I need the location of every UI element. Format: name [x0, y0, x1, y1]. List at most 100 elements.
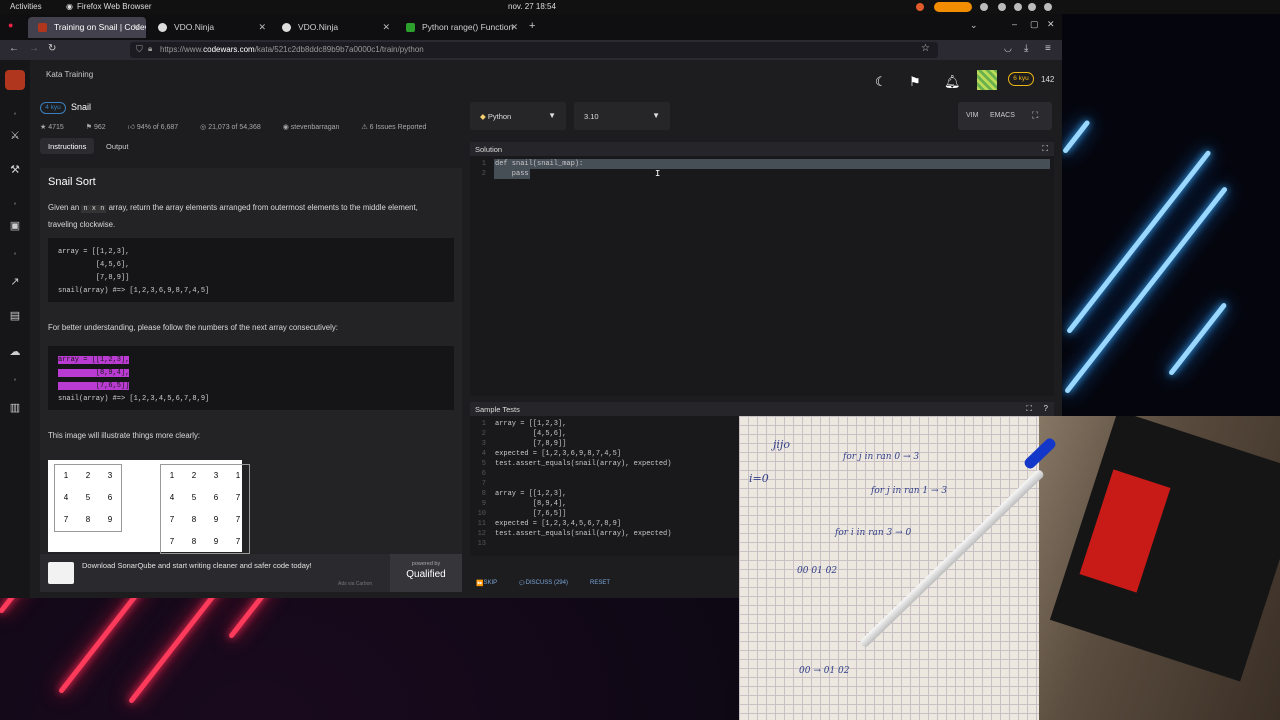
close-icon[interactable]: ✕ — [258, 22, 266, 33]
close-icon[interactable]: ✕ — [382, 22, 390, 33]
ad-thumbnail — [48, 562, 74, 584]
screen: Activities ◉ Firefox Web Browser nov. 27… — [0, 0, 1280, 720]
description-title: Snail Sort — [48, 176, 96, 188]
qualified-logo[interactable]: powered by Qualified — [390, 554, 462, 592]
tab-vdo-ninja-2[interactable]: VDO.Ninja ✕ — [272, 17, 396, 38]
close-icon[interactable]: ✕ — [510, 22, 518, 33]
lock-icon[interactable]: 🔒︎ — [148, 44, 152, 54]
python-icon: ◆ — [480, 112, 486, 121]
clock[interactable]: nov. 27 18:54 — [508, 2, 556, 11]
tab-label: Python range() Function — [422, 22, 514, 32]
tray-icon[interactable] — [980, 3, 988, 11]
moon-icon[interactable]: ☾ — [875, 74, 887, 90]
honor-count: 142 — [1041, 75, 1055, 84]
emacs-button[interactable]: EMACS — [990, 112, 1015, 119]
window-close-icon[interactable]: ✕ — [1047, 19, 1055, 30]
bookmark-icon[interactable]: ⚑ — [909, 74, 921, 90]
tab-strip: ● Training on Snail | Codew ✕ VDO.Ninja … — [0, 14, 1062, 40]
practice-icon[interactable]: ⚔ — [8, 130, 22, 142]
code-example-2: array = [[1,2,3], [8,9,4], [7,6,5]] snai… — [48, 346, 454, 410]
new-tab-icon[interactable]: + — [529, 20, 535, 32]
reload-icon[interactable]: ↻ — [48, 43, 56, 54]
webcam-overlay: jijo i=0 for j in ran 0 → 3 for j in ran… — [739, 416, 1280, 720]
breadcrumb[interactable]: Kata Training — [46, 70, 93, 79]
tray-icon[interactable] — [998, 3, 1006, 11]
tray-icon[interactable] — [1014, 3, 1022, 11]
docs-icon[interactable]: ▥ — [8, 402, 22, 414]
url-bar[interactable]: ⛉ 🔒︎ https://www.codewars.com/kata/521c2… — [130, 42, 938, 58]
chevron-down-icon: ▼ — [652, 111, 660, 120]
bookmark-star-icon[interactable]: ☆ — [921, 43, 930, 54]
author-link[interactable]: ◉ stevenbarragan — [283, 124, 350, 131]
language-select[interactable]: ◆ Python ▼ — [470, 102, 566, 130]
firefox-icon: ◉ — [66, 2, 73, 11]
bell-icon[interactable]: 🔔︎ — [944, 74, 961, 90]
skip-button[interactable]: ⏩ SKIP — [476, 580, 497, 587]
discuss-button[interactable]: 💬︎ DISCUSS (294) — [518, 580, 568, 587]
tab-codewars[interactable]: Training on Snail | Codew ✕ — [28, 17, 146, 38]
version-value: 3.10 — [584, 112, 599, 121]
bookmarks-stat[interactable]: ⚑ 962 — [86, 124, 116, 131]
app-name[interactable]: Firefox Web Browser — [77, 2, 152, 11]
left-nav: ● ⚔ ⚒ ● ▣ ● ↗ ▤ ☁ ● ▥ — [0, 60, 30, 598]
tab-label: VDO.Ninja — [174, 22, 215, 32]
code-example-1: array = [[1,2,3], [4,5,6], [7,8,9]] snai… — [48, 238, 454, 302]
satisfaction-stat: 👍︎ 94% of 6,687 — [127, 124, 179, 131]
tab-list-icon[interactable]: ⌄ — [970, 20, 978, 31]
tab-vdo-ninja[interactable]: VDO.Ninja ✕ — [148, 17, 272, 38]
compete-icon[interactable]: ⚒ — [8, 164, 22, 176]
page-header: Kata Training ☾ ⚑ 🔔︎ 6 kyu 142 — [30, 60, 1062, 102]
close-icon[interactable]: ✕ — [132, 22, 140, 33]
ad-attribution[interactable]: Ads via Carbon — [338, 581, 372, 587]
tab-instructions[interactable]: Instructions — [40, 138, 95, 154]
solution-header: Solution ⛶ — [470, 142, 1054, 156]
stars-stat[interactable]: ★ 4715 — [40, 124, 74, 131]
vdo-favicon-icon — [282, 23, 291, 32]
ad-banner[interactable]: Download SonarQube and start writing cle… — [40, 554, 462, 592]
forward-icon[interactable]: → — [29, 43, 39, 54]
kata-description: Snail Sort Given an n x n array, return … — [40, 168, 462, 558]
download-icon[interactable]: ⤓ — [1024, 43, 1028, 54]
microphone-icon[interactable] — [1028, 3, 1036, 11]
nav-bar: ← → ↻ ⛉ 🔒︎ https://www.codewars.com/kata… — [0, 40, 1062, 60]
powered-by-label: powered by — [411, 561, 441, 567]
ubuntu-icon[interactable] — [916, 3, 924, 11]
minimize-icon[interactable]: – — [1012, 19, 1017, 29]
avatar[interactable] — [977, 70, 997, 90]
handwritten-note: for j in ran 1 → 3 — [871, 486, 948, 496]
kata-stats: ★ 4715 ⚑ 962 👍︎ 94% of 6,687 ◎ 21,073 of… — [40, 122, 446, 131]
qualified-brand: Qualified — [406, 569, 446, 580]
issues-link[interactable]: ⚠ 6 Issues Reported — [361, 124, 436, 131]
activities-button[interactable]: Activities — [10, 2, 42, 11]
handwritten-note: 00 01 02 — [797, 566, 838, 576]
dot-icon: ● — [13, 111, 17, 117]
pocket-icon[interactable]: ◡ — [1004, 43, 1012, 54]
tab-output[interactable]: Output — [98, 138, 137, 154]
maximize-icon[interactable]: ▢ — [1030, 19, 1039, 30]
back-icon[interactable]: ← — [9, 43, 19, 54]
indicator-pill[interactable] — [934, 2, 972, 12]
firefox-menu-icon[interactable]: ● — [8, 20, 13, 30]
power-icon[interactable] — [1044, 3, 1052, 11]
codewars-logo-icon[interactable] — [5, 70, 25, 90]
expand-icon[interactable]: ⛶ — [1042, 144, 1048, 154]
ad-text[interactable]: Download SonarQube and start writing cle… — [82, 561, 312, 570]
chat-icon[interactable]: ▤ — [8, 310, 22, 322]
help-icon[interactable]: ? — [1044, 404, 1048, 413]
expand-icon[interactable]: ⛶ — [1026, 404, 1032, 414]
vim-button[interactable]: VIM — [966, 112, 978, 119]
solution-editor[interactable]: 1 def snail(snail_map): 2 pass I — [470, 156, 1054, 396]
briefcase-icon[interactable]: ▣ — [8, 220, 22, 232]
shield-icon[interactable]: ⛉ — [136, 44, 143, 55]
tab-python-range[interactable]: Python range() Function ✕ — [396, 17, 524, 38]
handwritten-note: for i in ran 3 → 0 — [835, 528, 912, 538]
kyu-badge: 4 kyu — [40, 102, 66, 114]
menu-icon[interactable]: ≡ — [1045, 43, 1051, 54]
discussion-icon[interactable]: ☁ — [8, 346, 22, 358]
version-select[interactable]: 3.10 ▼ — [574, 102, 670, 130]
snail-illustration: 123 456 789 1231 4567 7897 7897 — [48, 460, 250, 554]
fullscreen-icon[interactable]: ⛶ — [1032, 110, 1038, 121]
kata-name: Snail — [71, 102, 92, 112]
leaderboard-icon[interactable]: ↗ — [8, 276, 22, 288]
reset-button[interactable]: RESET — [590, 580, 610, 586]
